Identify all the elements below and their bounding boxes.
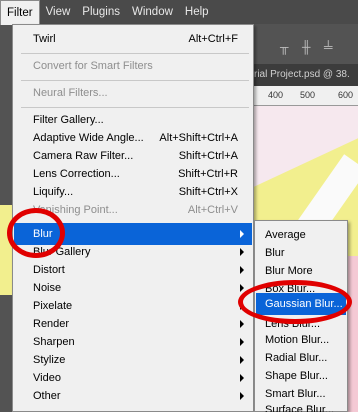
submenu-arrow-icon [240,266,244,274]
menu-separator [21,107,249,108]
menu-item-neural-filters[interactable]: Neural Filters... [14,82,252,104]
menu-item-label: Pixelate [33,300,73,312]
menu-item-label: Twirl [33,33,56,45]
menu-item-label: Render [33,318,70,330]
document-tab[interactable]: rial Project.psd @ 38. [240,64,358,86]
menu-view[interactable]: View [40,0,77,24]
menu-window[interactable]: Window [126,0,179,24]
menu-item-shortcut: Alt+Ctrl+V [187,204,238,216]
submenu-arrow-icon [240,284,244,292]
menu-item-label: Sharpen [33,336,75,348]
menu-filter[interactable]: Filter [0,0,40,25]
menu-help[interactable]: Help [179,0,215,24]
submenu-arrow-icon [240,392,244,400]
menu-bar: Filter View Plugins Window Help [0,0,358,25]
align-bottom-icon[interactable]: ╧ [324,40,333,54]
menu-item-shortcut: Alt+Ctrl+F [188,33,238,45]
menu-separator [21,80,249,81]
menu-item-label: Filter Gallery... [33,114,104,126]
menu-separator [21,53,249,54]
menu-item-label: Distort [33,264,65,276]
submenu-arrow-icon [240,374,244,382]
menu-item-convert-smart-filters[interactable]: Convert for Smart Filters [14,55,252,77]
menu-item-label: Noise [33,282,62,294]
menu-item-label: Lens Correction... [33,168,120,180]
menu-item-label: Other [33,390,61,402]
menu-item-label: Convert for Smart Filters [33,60,153,72]
ruler-tick-label: 600 [338,90,354,100]
annotation-circle-gaussian-blur [238,280,352,324]
submenu-arrow-icon [240,230,244,238]
submenu-arrow-icon [240,248,244,256]
menu-item-label: Stylize [33,354,66,366]
options-toolbar: ╤ ╥ ╫ ╧ [240,24,358,64]
submenu-arrow-icon [240,356,244,364]
align-center-icon[interactable]: ╫ [302,40,311,54]
ruler-tick-label: 400 [268,90,284,100]
ruler-tick-label: 500 [300,90,316,100]
menu-plugins[interactable]: Plugins [76,0,126,24]
annotation-circle-blur [7,208,65,258]
submenu-arrow-icon [240,320,244,328]
menu-item-label: Adaptive Wide Angle... [33,132,144,144]
menu-item-label: Liquify... [33,186,74,198]
menu-item-twirl[interactable]: Twirl Alt+Ctrl+F [14,28,252,50]
menu-item-other[interactable]: Other [14,385,252,407]
horizontal-ruler: 400 500 600 [240,86,358,106]
align-middle-icon[interactable]: ╥ [280,40,289,54]
menu-item-label: Camera Raw Filter... [33,150,134,162]
menu-item-label: Neural Filters... [33,87,108,99]
submenu-arrow-icon [240,338,244,346]
menu-item-label: Video [33,372,61,384]
submenu-item-surface-blur[interactable]: Surface Blur... [256,399,346,412]
